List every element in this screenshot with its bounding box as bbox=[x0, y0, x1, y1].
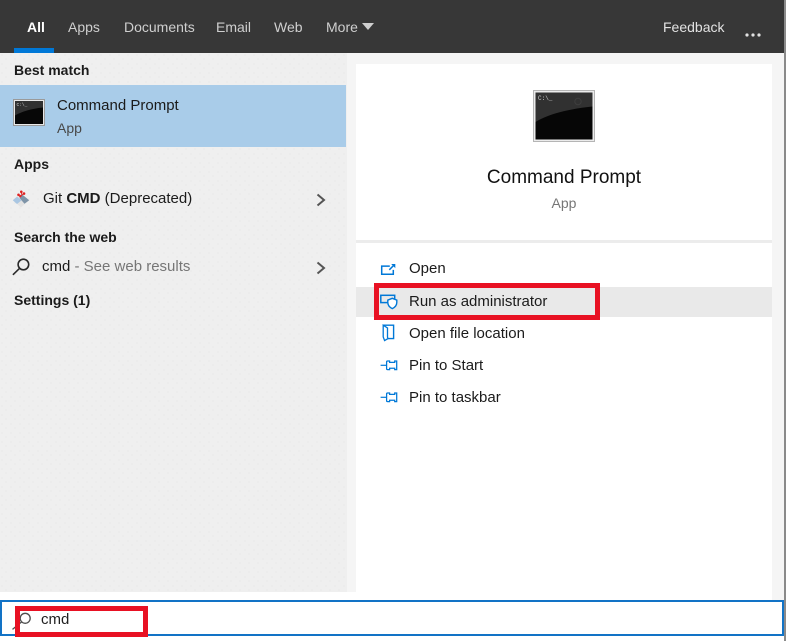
svg-text:C:\_: C:\_ bbox=[17, 102, 28, 108]
svg-text:C:\_: C:\_ bbox=[538, 95, 553, 102]
